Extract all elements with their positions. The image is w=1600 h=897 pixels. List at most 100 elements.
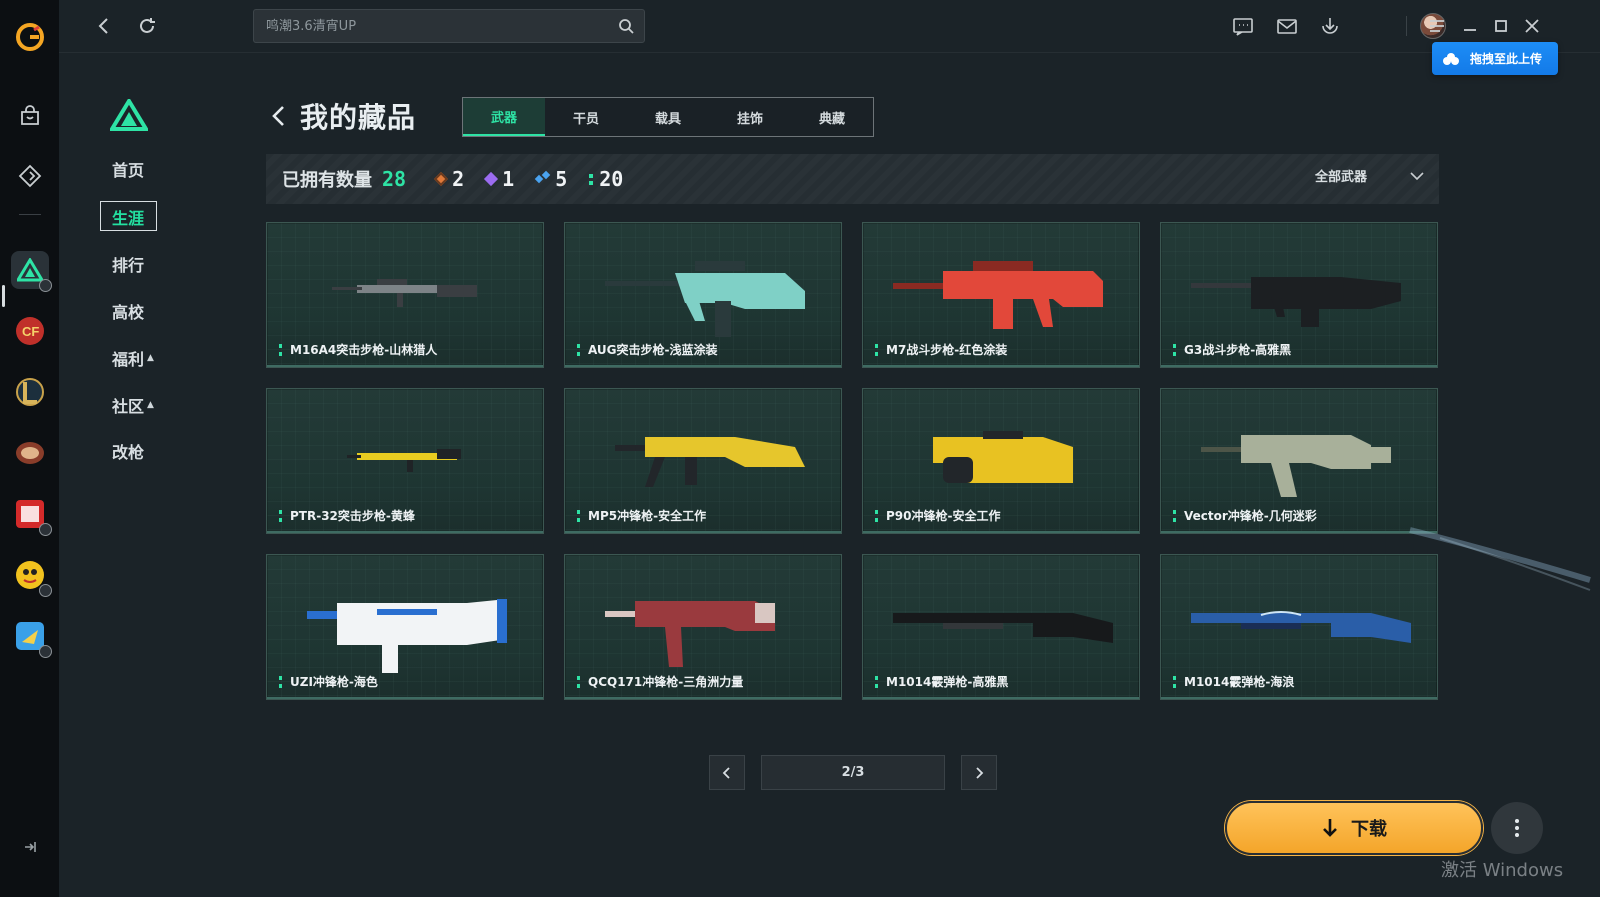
weapon-card[interactable]: Vector冲锋枪-几何迷彩 bbox=[1160, 388, 1438, 534]
weapon-image bbox=[893, 613, 1113, 643]
weapon-name-text: M1014霰弹枪-海浪 bbox=[1184, 675, 1295, 689]
rarity-rare: 5 bbox=[534, 167, 567, 191]
upload-label: 拖拽至此上传 bbox=[1470, 52, 1543, 66]
game-dnf[interactable] bbox=[11, 434, 49, 472]
rail-divider bbox=[18, 214, 41, 215]
drag-upload-button[interactable]: 拖拽至此上传 bbox=[1432, 42, 1558, 75]
prev-page-button[interactable] bbox=[709, 755, 745, 790]
weapon-image bbox=[1191, 611, 1411, 643]
download-badge-icon bbox=[38, 279, 52, 292]
game-qq-speed[interactable] bbox=[11, 556, 52, 597]
game-delta-force[interactable] bbox=[10, 251, 52, 292]
game-league[interactable] bbox=[11, 373, 49, 411]
chat-icon[interactable] bbox=[1232, 15, 1254, 37]
weapon-name: UZI冲锋枪-海色 bbox=[279, 673, 378, 690]
rarity-dots-icon bbox=[1173, 509, 1176, 522]
weapon-name: QCQ171冲锋枪-三角洲力量 bbox=[577, 673, 743, 690]
app-logo-icon[interactable] bbox=[15, 22, 45, 52]
rarity-dots-icon bbox=[1173, 675, 1176, 688]
store-bag-icon[interactable] bbox=[10, 96, 50, 136]
minimize-icon[interactable] bbox=[1459, 15, 1481, 37]
weapon-card[interactable]: QCQ171冲锋枪-三角洲力量 bbox=[564, 554, 842, 700]
page-indicator: 2/3 bbox=[761, 755, 945, 790]
weapon-name: M1014霰弹枪-海浪 bbox=[1173, 673, 1294, 690]
tab-weapons[interactable]: 武器 bbox=[463, 98, 545, 136]
toolbar-divider bbox=[1406, 16, 1407, 36]
download-badge-icon bbox=[38, 645, 52, 658]
nav-item-career[interactable]: 生涯 bbox=[112, 205, 144, 229]
download-badge-icon bbox=[38, 523, 52, 536]
nav-item-gunsmith[interactable]: 改枪 bbox=[112, 439, 144, 463]
collapse-sidebar-icon[interactable] bbox=[20, 837, 40, 857]
weapon-name: G3战斗步枪-高雅黑 bbox=[1173, 341, 1291, 358]
nav-item-community[interactable]: 社区 ▲ bbox=[112, 393, 154, 417]
weapon-card[interactable]: M1014霰弹枪-高雅黑 bbox=[862, 554, 1140, 700]
game-nizhan[interactable] bbox=[11, 495, 52, 536]
weapon-name-text: P90冲锋枪-安全工作 bbox=[886, 509, 1001, 523]
game-fly[interactable] bbox=[11, 617, 52, 658]
download-manager-icon[interactable] bbox=[1319, 15, 1341, 37]
game-crossfire[interactable]: CF bbox=[11, 312, 49, 350]
close-icon[interactable] bbox=[1521, 15, 1543, 37]
owned-stats-bar: 已拥有数量 28 2 1 5 20 全部武器 bbox=[266, 154, 1439, 204]
weapon-card[interactable]: PTR-32突击步枪-黄蜂 bbox=[266, 388, 544, 534]
page-title: 我的藏品 bbox=[300, 101, 417, 134]
download-label: 下载 bbox=[1351, 819, 1387, 840]
weapon-image bbox=[347, 449, 461, 472]
pagination: 2/3 bbox=[709, 755, 997, 790]
weapon-card[interactable]: MP5冲锋枪-安全工作 bbox=[564, 388, 842, 534]
search-box[interactable] bbox=[253, 9, 645, 43]
more-options-button[interactable] bbox=[1491, 802, 1543, 854]
weapon-image bbox=[332, 279, 477, 307]
download-badge-icon bbox=[38, 584, 52, 597]
weapon-card[interactable]: M7战斗步枪-红色涂装 bbox=[862, 222, 1140, 368]
mail-icon[interactable] bbox=[1276, 15, 1298, 37]
delta-force-brand-icon bbox=[110, 99, 148, 131]
back-arrow-icon[interactable] bbox=[266, 103, 292, 129]
weapon-name-text: M16A4突击步枪-山林猎人 bbox=[290, 343, 438, 357]
weapon-card[interactable]: M1014霰弹枪-海浪 bbox=[1160, 554, 1438, 700]
owned-label: 已拥有数量 bbox=[282, 170, 372, 191]
weapon-name: MP5冲锋枪-安全工作 bbox=[577, 507, 706, 524]
maximize-icon[interactable] bbox=[1490, 15, 1512, 37]
cloud-upload-icon bbox=[1443, 52, 1459, 65]
search-icon[interactable] bbox=[618, 18, 634, 34]
download-button[interactable]: 下载 bbox=[1225, 801, 1483, 855]
weapon-card[interactable]: G3战斗步枪-高雅黑 bbox=[1160, 222, 1438, 368]
top-bar bbox=[59, 0, 1600, 53]
tab-charms[interactable]: 挂饰 bbox=[709, 98, 791, 136]
back-nav-icon[interactable] bbox=[93, 15, 115, 37]
rarity-dots-icon bbox=[279, 343, 282, 356]
menu-icon[interactable] bbox=[1426, 15, 1448, 37]
weapon-image bbox=[615, 437, 805, 487]
weapon-name-text: AUG突击步枪-浅蓝涂装 bbox=[588, 343, 718, 357]
weapon-card[interactable]: M16A4突击步枪-山林猎人 bbox=[266, 222, 544, 368]
rarity-dots-icon bbox=[1173, 343, 1176, 356]
nav-item-welfare[interactable]: 福利 ▲ bbox=[112, 346, 154, 370]
nav-item-ranking[interactable]: 排行 bbox=[112, 252, 144, 276]
rarity-epic: 1 bbox=[484, 167, 514, 191]
tag-icon[interactable] bbox=[10, 156, 50, 196]
nav-item-home[interactable]: 首页 bbox=[112, 157, 144, 181]
search-input[interactable] bbox=[254, 10, 594, 42]
weapon-name-text: M1014霰弹枪-高雅黑 bbox=[886, 675, 1009, 689]
tab-operators[interactable]: 干员 bbox=[545, 98, 627, 136]
nav-item-college[interactable]: 高校 bbox=[112, 299, 144, 323]
tab-vehicles[interactable]: 载具 bbox=[627, 98, 709, 136]
weapon-name: Vector冲锋枪-几何迷彩 bbox=[1173, 507, 1317, 524]
refresh-icon[interactable] bbox=[136, 15, 158, 37]
weapon-card[interactable]: UZI冲锋枪-海色 bbox=[266, 554, 544, 700]
rail-active-indicator bbox=[2, 285, 5, 307]
rarity-dots-icon bbox=[875, 343, 878, 356]
tab-collection[interactable]: 典藏 bbox=[791, 98, 873, 136]
weapon-card[interactable]: AUG突击步枪-浅蓝涂装 bbox=[564, 222, 842, 368]
weapon-filter-dropdown[interactable]: 全部武器 bbox=[1315, 166, 1425, 185]
rarity-dots-icon bbox=[577, 675, 580, 688]
weapon-card[interactable]: P90冲锋枪-安全工作 bbox=[862, 388, 1140, 534]
chevron-down-icon bbox=[1410, 171, 1424, 180]
diamond-icon bbox=[434, 171, 449, 187]
weapon-name-text: G3战斗步枪-高雅黑 bbox=[1184, 343, 1292, 357]
weapon-image bbox=[605, 601, 775, 667]
next-page-button[interactable] bbox=[961, 755, 997, 790]
weapon-name: AUG突击步枪-浅蓝涂装 bbox=[577, 341, 718, 358]
